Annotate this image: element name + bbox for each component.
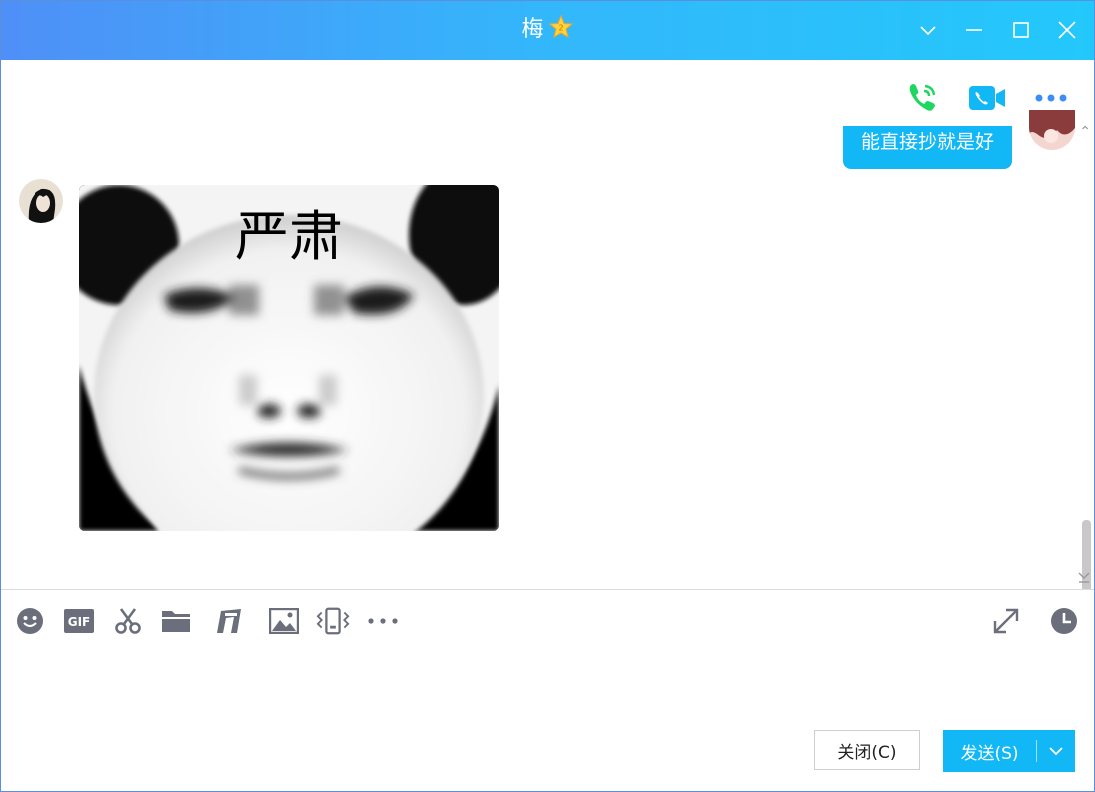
maximize-button[interactable] (1004, 14, 1038, 46)
file-button[interactable] (159, 604, 193, 638)
more-icon (368, 618, 398, 624)
shake-icon (316, 607, 350, 635)
more-tools-button[interactable] (366, 604, 400, 638)
scissors-icon (115, 608, 141, 634)
history-button[interactable] (1047, 604, 1081, 638)
image-icon (269, 608, 299, 634)
send-options-button[interactable] (1037, 730, 1075, 772)
expand-button[interactable] (989, 604, 1023, 638)
maximize-icon (1013, 22, 1029, 38)
expand-icon (993, 608, 1019, 634)
divider (0, 589, 1095, 590)
scroll-bottom-icon[interactable] (1077, 570, 1091, 588)
close-button[interactable]: 关闭(C) (814, 730, 920, 770)
contact-name: 梅 (521, 17, 544, 42)
avatar[interactable] (1029, 110, 1075, 150)
music-button[interactable] (212, 604, 246, 638)
send-label[interactable]: 发送(S) (943, 730, 1036, 772)
minimize-icon (966, 29, 982, 31)
emoji-icon (17, 608, 43, 634)
svg-text:GIF: GIF (68, 615, 91, 629)
emoji-button[interactable] (13, 604, 47, 638)
send-button[interactable]: 发送(S) (943, 730, 1075, 772)
phone-icon (909, 84, 936, 111)
sticker-image[interactable]: 严肃 (79, 185, 499, 531)
music-icon (217, 609, 241, 633)
shake-button[interactable] (316, 604, 350, 638)
gif-button[interactable]: GIF (62, 604, 96, 638)
clock-icon (1051, 608, 1077, 634)
voice-call-button[interactable] (902, 80, 942, 116)
video-call-icon (969, 86, 1005, 110)
close-icon (1058, 21, 1076, 39)
chevron-down-icon (1049, 747, 1063, 756)
folder-icon (162, 611, 190, 632)
dropdown-button[interactable] (911, 14, 945, 46)
image-button[interactable] (267, 604, 301, 638)
svg-text:2: 2 (558, 24, 563, 33)
video-call-button[interactable] (967, 80, 1007, 116)
chevron-down-icon (920, 26, 936, 36)
avatar[interactable] (19, 179, 63, 223)
screenshot-button[interactable] (111, 604, 145, 638)
gif-icon: GIF (64, 609, 94, 633)
message-bubble-sent: 能直接抄就是好 (842, 126, 1012, 169)
minimize-button[interactable] (957, 14, 991, 46)
collapse-up-icon[interactable]: ⌃ (1079, 124, 1091, 140)
more-icon (1035, 94, 1067, 102)
more-button[interactable] (1031, 80, 1071, 116)
sticker-caption: 严肃 (235, 205, 343, 268)
message-list[interactable]: 能直接抄就是好 ⌃ 严肃 (0, 60, 1095, 590)
message-input[interactable] (10, 650, 1084, 719)
scrollbar[interactable] (1079, 180, 1093, 590)
title-bar: 梅 2 (0, 0, 1095, 60)
star-level-icon: 2 (548, 14, 574, 40)
close-button[interactable] (1050, 14, 1084, 46)
